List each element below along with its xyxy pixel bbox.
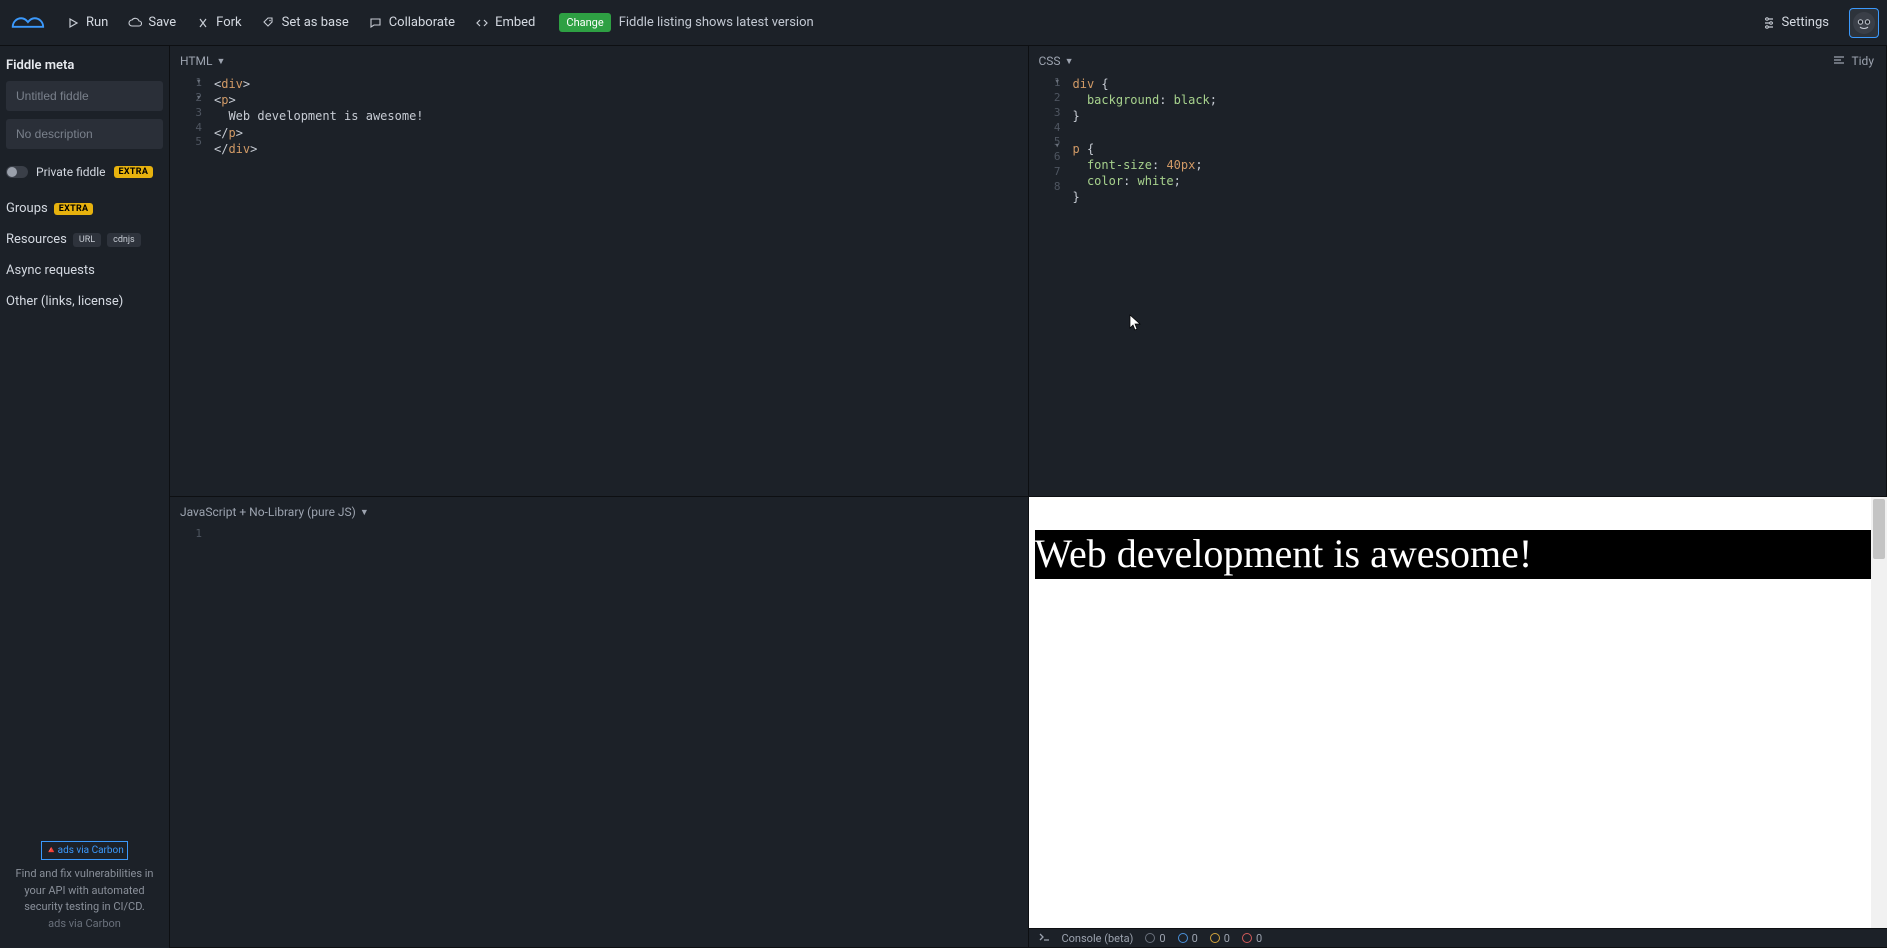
sidebar-ad: 🔺ads via Carbon Find and fix vulnerabili… <box>6 831 163 942</box>
sidebar-groups[interactable]: Groups EXTRA <box>6 193 163 224</box>
tidy-icon <box>1833 54 1845 68</box>
html-panel: HTML▼ 1 2 3 4 5 ▾<div> ▾<p> Web developm… <box>170 46 1029 497</box>
fork-icon <box>196 16 210 30</box>
console-count-4: 0 <box>1242 932 1262 945</box>
css-editor[interactable]: ▾div { background: black; } ▾p { font-si… <box>1029 76 1887 496</box>
settings-button[interactable]: Settings <box>1752 9 1839 36</box>
ad-image-placeholder[interactable]: 🔺ads via Carbon <box>41 841 128 860</box>
sidebar-resources[interactable]: Resources URL cdnjs <box>6 224 163 255</box>
css-panel: CSS▼ Tidy 1 2 3 4 5 6 7 8 ▾div { backgro… <box>1029 46 1887 497</box>
collaborate-label: Collaborate <box>389 15 455 30</box>
html-editor[interactable]: ▾<div> ▾<p> Web development is awesome! … <box>170 76 1028 496</box>
change-badge[interactable]: Change <box>559 13 610 32</box>
fiddle-title-input[interactable] <box>6 81 163 111</box>
ad-text: Find and fix vulnerabilities in your API… <box>16 867 154 913</box>
play-icon <box>66 16 80 30</box>
ad-caption: ads via Carbon <box>48 917 121 930</box>
fork-label: Fork <box>216 15 241 30</box>
private-toggle[interactable] <box>6 166 28 178</box>
fiddle-desc-input[interactable] <box>6 119 163 149</box>
cdnjs-badge: cdnjs <box>107 233 141 247</box>
sidebar-async[interactable]: Async requests <box>6 255 163 286</box>
tidy-button[interactable]: Tidy <box>1833 54 1874 68</box>
html-panel-label[interactable]: HTML▼ <box>180 54 225 68</box>
result-text: Web development is awesome! <box>1035 530 1882 577</box>
embed-label: Embed <box>495 15 535 30</box>
chevron-down-icon: ▼ <box>217 56 226 67</box>
js-panel-label[interactable]: JavaScript + No-Library (pure JS)▼ <box>180 505 369 519</box>
logo[interactable] <box>8 9 46 37</box>
save-label: Save <box>148 15 176 30</box>
cloud-icon <box>128 16 142 30</box>
extra-badge: EXTRA <box>114 166 154 178</box>
console-label: Console (beta) <box>1062 932 1134 945</box>
code-icon <box>475 16 489 30</box>
tag-icon <box>262 16 276 30</box>
css-panel-label[interactable]: CSS▼ <box>1039 54 1074 68</box>
sidebar-other[interactable]: Other (links, license) <box>6 286 163 317</box>
console-count-1: 0 <box>1145 932 1165 945</box>
embed-button[interactable]: Embed <box>465 9 545 36</box>
topbar: Run Save Fork Set as base Collaborate Em… <box>0 0 1887 46</box>
js-panel: JavaScript + No-Library (pure JS)▼ 1 <box>170 497 1029 948</box>
scroll-thumb[interactable] <box>1873 499 1885 559</box>
set-base-button[interactable]: Set as base <box>252 9 359 36</box>
settings-label: Settings <box>1782 15 1829 30</box>
url-badge: URL <box>73 233 101 247</box>
extra-badge-2: EXTRA <box>54 203 94 215</box>
js-editor[interactable] <box>170 527 1028 947</box>
result-iframe[interactable]: Web development is awesome! ▴▾ <box>1029 497 1887 947</box>
terminal-icon <box>1039 932 1050 945</box>
avatar[interactable] <box>1849 8 1879 38</box>
run-label: Run <box>86 15 108 30</box>
change-text: Fiddle listing shows latest version <box>619 15 814 30</box>
collaborate-button[interactable]: Collaborate <box>359 9 465 36</box>
save-button[interactable]: Save <box>118 9 186 36</box>
sidebar: Fiddle meta Private fiddle EXTRA Groups … <box>0 46 170 948</box>
sliders-icon <box>1762 16 1776 30</box>
chat-icon <box>369 16 383 30</box>
console-bar[interactable]: Console (beta) 0 0 0 0 <box>1029 928 1887 947</box>
fiddle-meta-title: Fiddle meta <box>6 58 163 81</box>
fork-button[interactable]: Fork <box>186 9 251 36</box>
chevron-down-icon: ▼ <box>360 507 369 518</box>
console-count-3: 0 <box>1210 932 1230 945</box>
console-count-2: 0 <box>1178 932 1198 945</box>
run-button[interactable]: Run <box>56 9 118 36</box>
chevron-down-icon: ▼ <box>1065 56 1074 67</box>
private-label: Private fiddle <box>36 165 106 179</box>
result-panel: Web development is awesome! ▴▾ Console (… <box>1029 497 1887 948</box>
set-base-label: Set as base <box>282 15 349 30</box>
result-scrollbar[interactable] <box>1871 497 1887 928</box>
